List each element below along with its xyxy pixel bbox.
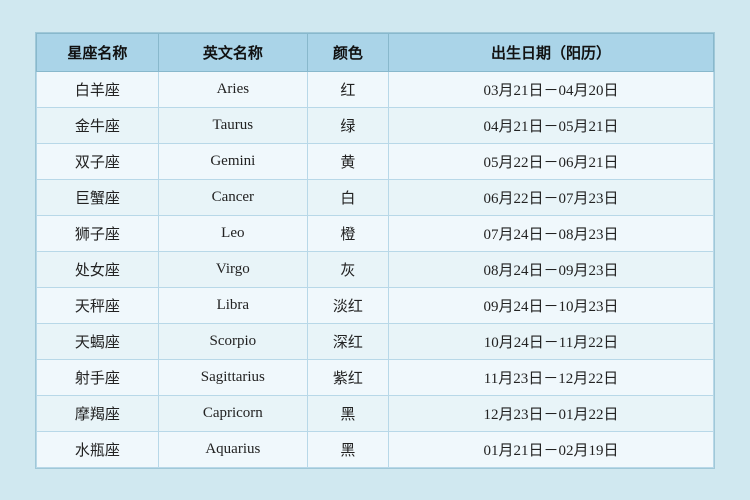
cell-chinese-name: 巨蟹座 xyxy=(37,179,159,215)
cell-chinese-name: 射手座 xyxy=(37,359,159,395)
table-row: 双子座Gemini黄05月22日－06月21日 xyxy=(37,143,714,179)
cell-english-name: Virgo xyxy=(158,251,307,287)
cell-english-name: Libra xyxy=(158,287,307,323)
cell-dates: 07月24日－08月23日 xyxy=(389,215,714,251)
cell-color: 黄 xyxy=(307,143,388,179)
cell-chinese-name: 水瓶座 xyxy=(37,431,159,467)
cell-english-name: Leo xyxy=(158,215,307,251)
cell-english-name: Aquarius xyxy=(158,431,307,467)
cell-english-name: Cancer xyxy=(158,179,307,215)
cell-chinese-name: 白羊座 xyxy=(37,71,159,107)
header-english-name: 英文名称 xyxy=(158,33,307,71)
cell-english-name: Sagittarius xyxy=(158,359,307,395)
zodiac-table-container: 星座名称 英文名称 颜色 出生日期（阳历） 白羊座Aries红03月21日－04… xyxy=(35,32,715,469)
table-body: 白羊座Aries红03月21日－04月20日金牛座Taurus绿04月21日－0… xyxy=(37,71,714,467)
cell-color: 灰 xyxy=(307,251,388,287)
cell-dates: 12月23日－01月22日 xyxy=(389,395,714,431)
cell-color: 淡红 xyxy=(307,287,388,323)
cell-chinese-name: 摩羯座 xyxy=(37,395,159,431)
cell-chinese-name: 天蝎座 xyxy=(37,323,159,359)
cell-english-name: Capricorn xyxy=(158,395,307,431)
cell-color: 黑 xyxy=(307,395,388,431)
cell-dates: 09月24日－10月23日 xyxy=(389,287,714,323)
cell-dates: 03月21日－04月20日 xyxy=(389,71,714,107)
cell-english-name: Gemini xyxy=(158,143,307,179)
table-row: 射手座Sagittarius紫红11月23日－12月22日 xyxy=(37,359,714,395)
cell-dates: 04月21日－05月21日 xyxy=(389,107,714,143)
cell-english-name: Scorpio xyxy=(158,323,307,359)
cell-color: 绿 xyxy=(307,107,388,143)
table-row: 摩羯座Capricorn黑12月23日－01月22日 xyxy=(37,395,714,431)
header-chinese-name: 星座名称 xyxy=(37,33,159,71)
cell-color: 紫红 xyxy=(307,359,388,395)
cell-english-name: Aries xyxy=(158,71,307,107)
header-color: 颜色 xyxy=(307,33,388,71)
table-row: 金牛座Taurus绿04月21日－05月21日 xyxy=(37,107,714,143)
cell-dates: 11月23日－12月22日 xyxy=(389,359,714,395)
zodiac-table: 星座名称 英文名称 颜色 出生日期（阳历） 白羊座Aries红03月21日－04… xyxy=(36,33,714,468)
cell-color: 橙 xyxy=(307,215,388,251)
cell-color: 白 xyxy=(307,179,388,215)
cell-chinese-name: 狮子座 xyxy=(37,215,159,251)
table-row: 天蝎座Scorpio深红10月24日－11月22日 xyxy=(37,323,714,359)
cell-dates: 08月24日－09月23日 xyxy=(389,251,714,287)
table-row: 白羊座Aries红03月21日－04月20日 xyxy=(37,71,714,107)
cell-dates: 10月24日－11月22日 xyxy=(389,323,714,359)
cell-dates: 05月22日－06月21日 xyxy=(389,143,714,179)
cell-chinese-name: 金牛座 xyxy=(37,107,159,143)
cell-chinese-name: 双子座 xyxy=(37,143,159,179)
table-row: 狮子座Leo橙07月24日－08月23日 xyxy=(37,215,714,251)
cell-english-name: Taurus xyxy=(158,107,307,143)
cell-chinese-name: 天秤座 xyxy=(37,287,159,323)
header-birthdate: 出生日期（阳历） xyxy=(389,33,714,71)
table-row: 天秤座Libra淡红09月24日－10月23日 xyxy=(37,287,714,323)
table-row: 巨蟹座Cancer白06月22日－07月23日 xyxy=(37,179,714,215)
cell-chinese-name: 处女座 xyxy=(37,251,159,287)
table-header-row: 星座名称 英文名称 颜色 出生日期（阳历） xyxy=(37,33,714,71)
cell-color: 红 xyxy=(307,71,388,107)
cell-dates: 06月22日－07月23日 xyxy=(389,179,714,215)
table-row: 水瓶座Aquarius黑01月21日－02月19日 xyxy=(37,431,714,467)
table-row: 处女座Virgo灰08月24日－09月23日 xyxy=(37,251,714,287)
cell-dates: 01月21日－02月19日 xyxy=(389,431,714,467)
cell-color: 深红 xyxy=(307,323,388,359)
cell-color: 黑 xyxy=(307,431,388,467)
